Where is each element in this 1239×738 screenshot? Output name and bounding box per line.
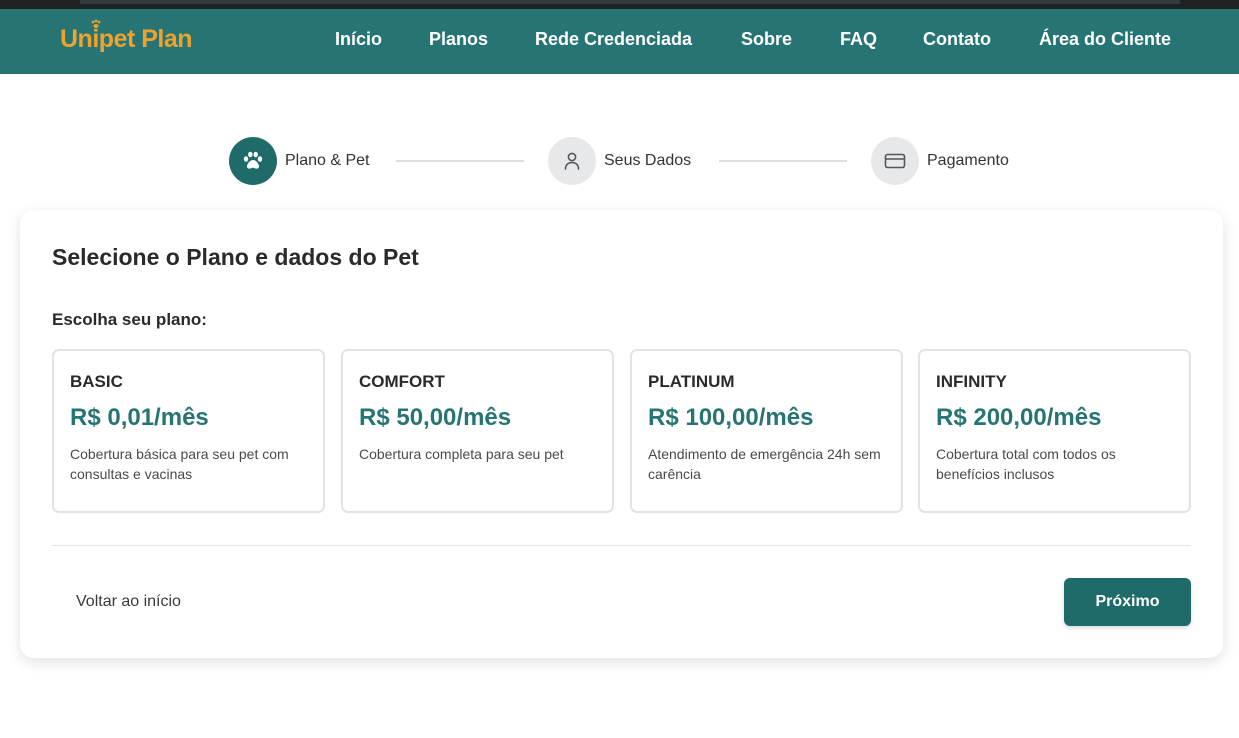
plan-price: R$ 50,00/mês (359, 404, 512, 431)
step-label-plano-pet: Plano & Pet (285, 152, 370, 169)
plan-description: Cobertura completa para seu pet (359, 446, 564, 462)
nav-inicio[interactable]: Início (335, 29, 382, 50)
page-title: Selecione o Plano e dados do Pet (52, 244, 419, 270)
plan-price: R$ 100,00/mês (648, 404, 814, 431)
checkout-stepper: Plano & Pet Seus Dados Pagamento (0, 137, 1239, 185)
main-nav: Início Planos Rede Credenciada Sobre FAQ… (0, 29, 1239, 53)
paw-icon (243, 151, 263, 169)
plan-option-platinum[interactable]: PLATINUM R$ 100,00/mês Atendimento de em… (630, 349, 903, 513)
logo-paw-icon (91, 19, 101, 28)
plan-option-comfort[interactable]: COMFORT R$ 50,00/mês Cobertura completa … (341, 349, 614, 513)
back-to-home-link[interactable]: Voltar ao início (76, 593, 181, 611)
step-connector-2 (719, 160, 847, 162)
plan-option-infinity[interactable]: INFINITY R$ 200,00/mês Cobertura total c… (918, 349, 1191, 513)
step-seus-dados (548, 137, 596, 185)
plan-option-basic[interactable]: BASIC R$ 0,01/mês Cobertura básica para … (52, 349, 325, 513)
plan-selection-card: Selecione o Plano e dados do Pet Escolha… (20, 210, 1223, 658)
nav-faq[interactable]: FAQ (840, 29, 877, 50)
plan-price: R$ 200,00/mês (936, 404, 1102, 431)
user-icon (564, 152, 580, 170)
nav-rede-credenciada[interactable]: Rede Credenciada (535, 29, 692, 50)
plan-section-label: Escolha seu plano: (52, 310, 207, 329)
plan-name: PLATINUM (648, 372, 735, 391)
plan-name: COMFORT (359, 372, 445, 391)
nav-planos[interactable]: Planos (429, 29, 488, 50)
step-plano-pet (229, 137, 277, 185)
browser-top-strip (0, 0, 1239, 9)
nav-sobre[interactable]: Sobre (741, 29, 792, 50)
step-label-seus-dados: Seus Dados (604, 152, 692, 169)
nav-area-do-cliente[interactable]: Área do Cliente (1039, 29, 1171, 50)
nav-contato[interactable]: Contato (923, 29, 991, 50)
footer-divider (52, 545, 1191, 546)
step-pagamento (871, 137, 919, 185)
top-navbar: Unipet Plan Início Planos Rede Credencia… (0, 9, 1239, 74)
credit-card-icon (884, 153, 906, 169)
next-button[interactable]: Próximo (1064, 578, 1191, 626)
plan-description: Atendimento de emergência 24h sem carênc… (648, 446, 881, 482)
plan-description: Cobertura básica para seu pet com consul… (70, 446, 289, 482)
step-connector-1 (396, 160, 524, 162)
plan-name: INFINITY (936, 372, 1007, 391)
plan-price: R$ 0,01/mês (70, 404, 209, 431)
browser-tab-bar (80, 0, 1180, 4)
step-label-pagamento: Pagamento (927, 152, 1009, 169)
plan-description: Cobertura total com todos os benefícios … (936, 446, 1116, 482)
plan-name: BASIC (70, 372, 123, 391)
